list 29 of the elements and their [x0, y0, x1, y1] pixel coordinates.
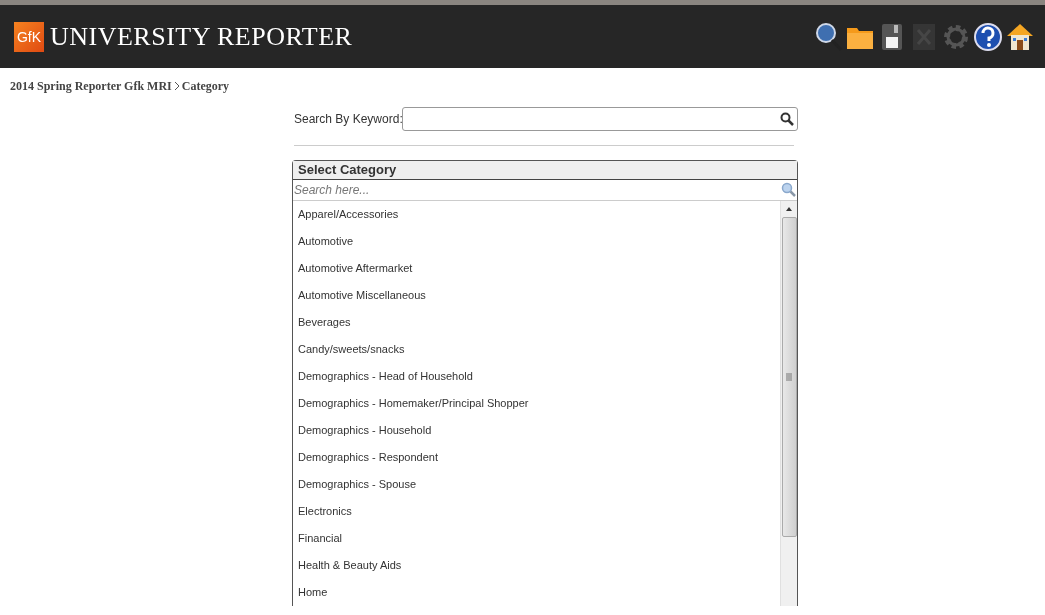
list-item[interactable]: Demographics - Homemaker/Principal Shopper [293, 390, 780, 417]
list-item[interactable]: Demographics - Respondent [293, 444, 780, 471]
scrollbar[interactable] [780, 201, 797, 606]
help-icon[interactable] [973, 20, 1003, 53]
list-item[interactable]: Candy/sweets/snacks [293, 336, 780, 363]
list-item[interactable]: Home [293, 579, 780, 606]
grip-icon [786, 373, 792, 381]
breadcrumb-item[interactable]: Category [181, 78, 230, 94]
list-item[interactable]: Automotive Miscellaneous [293, 282, 780, 309]
chevron-icon [173, 81, 180, 91]
scroll-thumb[interactable] [781, 217, 797, 537]
list-item[interactable]: Apparel/Accessories [293, 201, 780, 228]
scroll-up-icon[interactable] [785, 205, 793, 213]
list-item[interactable]: Demographics - Spouse [293, 471, 780, 498]
panel-title: Select Category [293, 161, 797, 180]
field-label: Search By Keyword: [294, 112, 402, 126]
list-item[interactable]: Beverages [293, 309, 780, 336]
logo: GfK [14, 21, 44, 52]
list-item[interactable]: Demographics - Household [293, 417, 780, 444]
breadcrumb-item[interactable]: 2014 Spring Reporter Gfk MRI [10, 78, 172, 94]
list-item[interactable]: Financial [293, 525, 780, 552]
list-item[interactable]: Electronics [293, 498, 780, 525]
list-item[interactable]: Automotive [293, 228, 780, 255]
list-item[interactable]: Health & Beauty Aids [293, 552, 780, 579]
keyword-search-field[interactable] [402, 107, 798, 131]
app-title: UNIVERSITY REPORTER [50, 21, 353, 52]
search-icon[interactable] [780, 112, 794, 126]
list-item[interactable]: Automotive Aftermarket [293, 255, 780, 282]
list-item[interactable]: Demographics - Head of Household [293, 363, 780, 390]
